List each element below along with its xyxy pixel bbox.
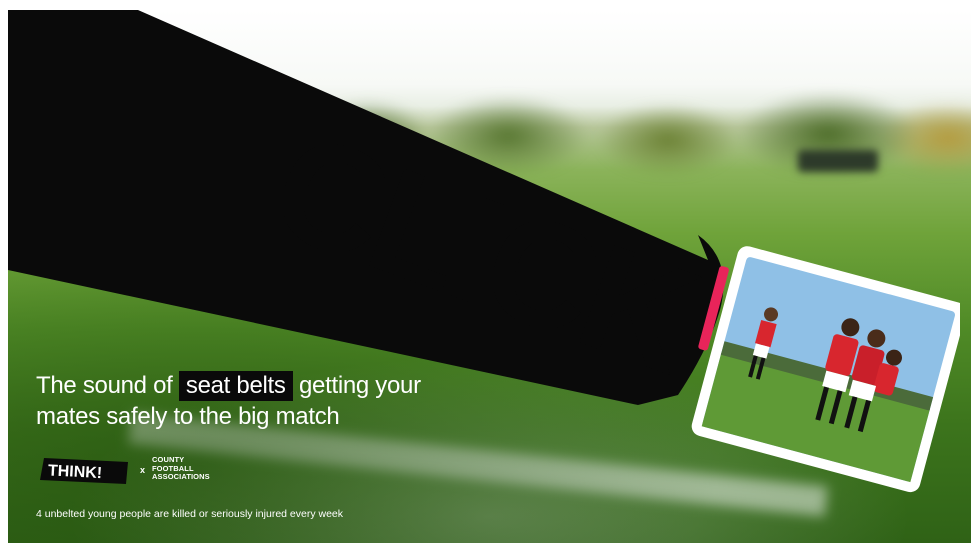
headline-line-1: The sound of seat belts getting your xyxy=(36,370,496,401)
advert-banner: CLICK The sound of seat belts getting yo… xyxy=(0,0,971,543)
cfa-logo: COUNTY FOOTBALL ASSOCIATIONS xyxy=(152,455,210,482)
headline: The sound of seat belts getting your mat… xyxy=(36,370,496,432)
statistic-footnote: 4 unbelted young people are killed or se… xyxy=(36,508,344,520)
logo-separator: x xyxy=(140,465,146,475)
players-photo-card xyxy=(690,230,966,498)
headline-highlight: seat belts xyxy=(178,371,293,401)
think-logo-graphic: THINK! xyxy=(40,458,128,484)
headline-before: The sound of xyxy=(36,372,173,399)
headline-after: getting your xyxy=(298,372,421,399)
think-logo-text: THINK! xyxy=(48,462,103,482)
headline-line-2: mates safely to the big match xyxy=(36,403,340,430)
cfa-line-3: ASSOCIATIONS xyxy=(152,472,210,481)
think-logo: THINK! xyxy=(40,456,132,486)
photo-card-graphic xyxy=(691,246,966,493)
